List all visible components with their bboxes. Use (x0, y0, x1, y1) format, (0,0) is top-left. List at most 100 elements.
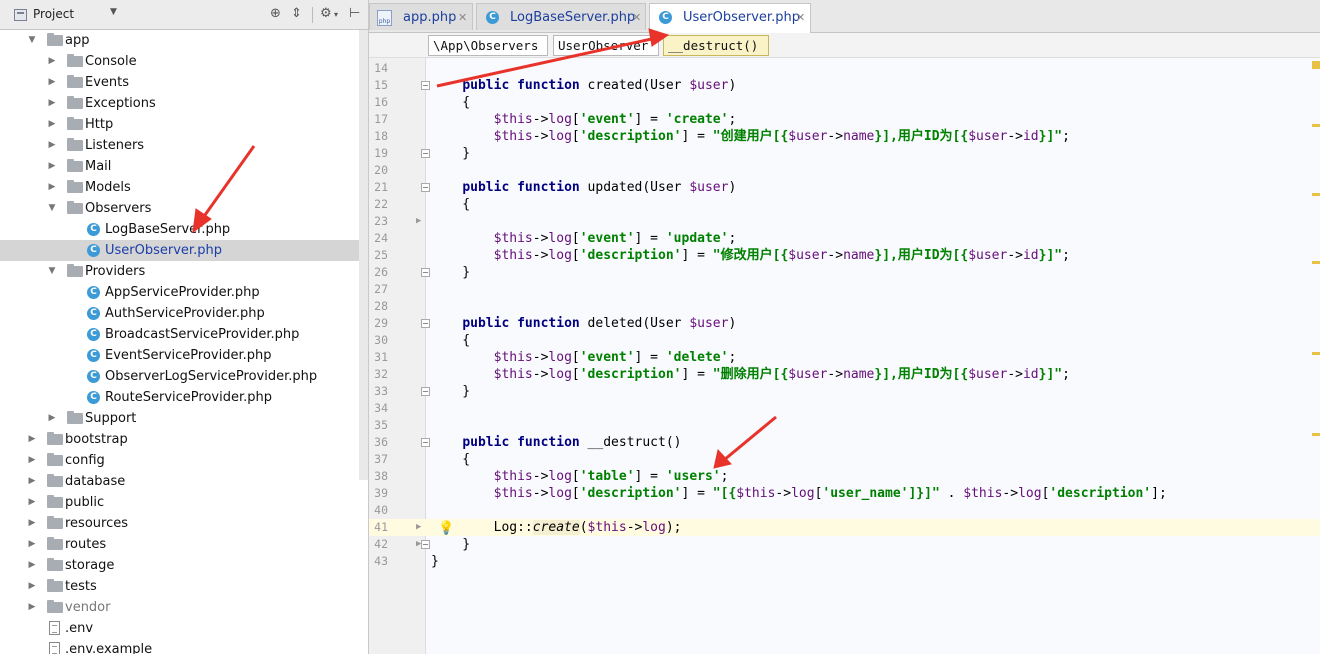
code-line[interactable]: 23 ▶ (369, 213, 1320, 230)
gutter-marker-icon[interactable]: ▶ (416, 213, 421, 230)
code-line[interactable]: 41 ▶ 💡 Log::create($this->log); (369, 519, 1320, 536)
code-editor[interactable]: 14 15 public function created(User $user)… (369, 58, 1320, 654)
close-icon[interactable]: ✕ (796, 4, 805, 31)
chevron-right-icon[interactable]: ▶ (47, 72, 57, 93)
code-line[interactable]: 28 (369, 298, 1320, 315)
code-line[interactable]: 32 $this->log['description'] = "删除用户[{$u… (369, 366, 1320, 383)
code-line[interactable]: 39 $this->log['description'] = "[{$this-… (369, 485, 1320, 502)
tree-folder[interactable]: ▶ public (0, 492, 368, 513)
code-line[interactable]: 40 (369, 502, 1320, 519)
code-line[interactable]: 22 { (369, 196, 1320, 213)
chevron-right-icon[interactable]: ▶ (47, 135, 57, 156)
tree-file[interactable]: C AuthServiceProvider.php (0, 303, 368, 324)
error-stripe-mark[interactable] (1312, 352, 1320, 355)
tree-folder[interactable]: ▶ Models (0, 177, 368, 198)
code-line[interactable]: 33 } (369, 383, 1320, 400)
code-line[interactable]: 30 { (369, 332, 1320, 349)
chevron-down-icon[interactable]: ▼ (27, 30, 37, 51)
fold-marker-icon[interactable] (421, 387, 430, 396)
tab-app-php[interactable]: php app.php ✕ (369, 3, 473, 30)
chevron-right-icon[interactable]: ▶ (27, 555, 37, 576)
target-icon[interactable]: ⊕ (270, 6, 281, 21)
code-line[interactable]: 35 (369, 417, 1320, 434)
chevron-right-icon[interactable]: ▶ (47, 156, 57, 177)
tree-folder[interactable]: ▼ Providers (0, 261, 368, 282)
tree-folder[interactable]: ▶ Support (0, 408, 368, 429)
tree-folder[interactable]: ▶ Listeners (0, 135, 368, 156)
tree-file[interactable]: C LogBaseServer.php (0, 219, 368, 240)
tab-logbaseserver-php[interactable]: C LogBaseServer.php ✕ (476, 3, 646, 30)
tree-file[interactable]: C RouteServiceProvider.php (0, 387, 368, 408)
fold-marker-icon[interactable] (421, 268, 430, 277)
gear-dropdown-icon[interactable]: ▾ (334, 10, 338, 19)
error-stripe-mark[interactable] (1312, 261, 1320, 264)
hide-icon[interactable]: ⊢ (349, 6, 360, 21)
chevron-down-icon[interactable]: ▼ (47, 198, 57, 219)
chevron-right-icon[interactable]: ▶ (27, 534, 37, 555)
code-line[interactable]: 31 $this->log['event'] = 'delete'; (369, 349, 1320, 366)
chevron-right-icon[interactable]: ▶ (27, 492, 37, 513)
code-line[interactable]: 18 $this->log['description'] = "创建用户[{$u… (369, 128, 1320, 145)
error-stripe-mark[interactable] (1312, 433, 1320, 436)
chevron-right-icon[interactable]: ▶ (47, 177, 57, 198)
tree-folder[interactable]: ▶ Console (0, 51, 368, 72)
chevron-right-icon[interactable]: ▶ (27, 471, 37, 492)
code-line[interactable]: 24 $this->log['event'] = 'update'; (369, 230, 1320, 247)
tree-folder[interactable]: ▶ Mail (0, 156, 368, 177)
code-line[interactable]: 15 public function created(User $user) (369, 77, 1320, 94)
tree-folder[interactable]: ▶ Http (0, 114, 368, 135)
tree-file[interactable]: C UserObserver.php (0, 240, 368, 261)
code-line[interactable]: 43} (369, 553, 1320, 570)
close-icon[interactable]: ✕ (458, 4, 467, 31)
breadcrumb-namespace[interactable]: \App\Observers (428, 35, 548, 56)
fold-marker-icon[interactable] (421, 319, 430, 328)
chevron-down-icon[interactable]: ▼ (110, 7, 117, 17)
code-line[interactable]: 38 $this->log['table'] = 'users'; (369, 468, 1320, 485)
gutter-marker-icon[interactable]: ▶ (416, 536, 421, 553)
code-line[interactable]: 26 } (369, 264, 1320, 281)
tree-folder[interactable]: ▶ routes (0, 534, 368, 555)
code-line[interactable]: 21 public function updated(User $user) (369, 179, 1320, 196)
chevron-down-icon[interactable]: ▼ (47, 261, 57, 282)
code-line[interactable]: 20 (369, 162, 1320, 179)
code-line[interactable]: 25 $this->log['description'] = "修改用户[{$u… (369, 247, 1320, 264)
tree-folder[interactable]: ▶ tests (0, 576, 368, 597)
tree-folder[interactable]: ▼ Observers (0, 198, 368, 219)
chevron-right-icon[interactable]: ▶ (47, 51, 57, 72)
code-line[interactable]: 29 public function deleted(User $user) (369, 315, 1320, 332)
tree-folder[interactable]: ▼ app (0, 30, 368, 51)
tree-scrollbar[interactable] (359, 30, 368, 480)
project-panel-title[interactable]: Project (33, 7, 74, 21)
code-line[interactable]: 37 { (369, 451, 1320, 468)
close-icon[interactable]: ✕ (632, 4, 641, 31)
gutter-marker-icon[interactable]: ▶ (416, 519, 421, 536)
code-line[interactable]: 14 (369, 60, 1320, 77)
tree-folder[interactable]: ▶ Exceptions (0, 93, 368, 114)
tree-folder[interactable]: ▶ storage (0, 555, 368, 576)
fold-marker-icon[interactable] (421, 438, 430, 447)
code-line[interactable]: 36 public function __destruct() (369, 434, 1320, 451)
error-stripe-mark[interactable] (1312, 193, 1320, 196)
chevron-right-icon[interactable]: ▶ (47, 93, 57, 114)
fold-marker-icon[interactable] (421, 540, 430, 549)
breadcrumb-method[interactable]: __destruct() (663, 35, 769, 56)
code-line[interactable]: 27 (369, 281, 1320, 298)
error-stripe-mark[interactable] (1312, 124, 1320, 127)
tree-folder[interactable]: ▶ bootstrap (0, 429, 368, 450)
tree-file[interactable]: .env.example (0, 639, 368, 654)
tree-file[interactable]: C AppServiceProvider.php (0, 282, 368, 303)
code-line[interactable]: 34 (369, 400, 1320, 417)
code-line[interactable]: 42 ▶ } (369, 536, 1320, 553)
chevron-right-icon[interactable]: ▶ (27, 597, 37, 618)
breadcrumb-class[interactable]: UserObserver (553, 35, 659, 56)
gear-icon[interactable]: ⚙ (320, 6, 332, 21)
fold-marker-icon[interactable] (421, 149, 430, 158)
tree-file[interactable]: C ObserverLogServiceProvider.php (0, 366, 368, 387)
collapse-icon[interactable]: ⇕ (291, 6, 302, 21)
tab-userobserver-php[interactable]: C UserObserver.php ✕ (649, 3, 811, 33)
tree-folder[interactable]: ▶ vendor (0, 597, 368, 618)
tree-file[interactable]: C EventServiceProvider.php (0, 345, 368, 366)
chevron-right-icon[interactable]: ▶ (27, 513, 37, 534)
fold-marker-icon[interactable] (421, 183, 430, 192)
chevron-right-icon[interactable]: ▶ (47, 114, 57, 135)
